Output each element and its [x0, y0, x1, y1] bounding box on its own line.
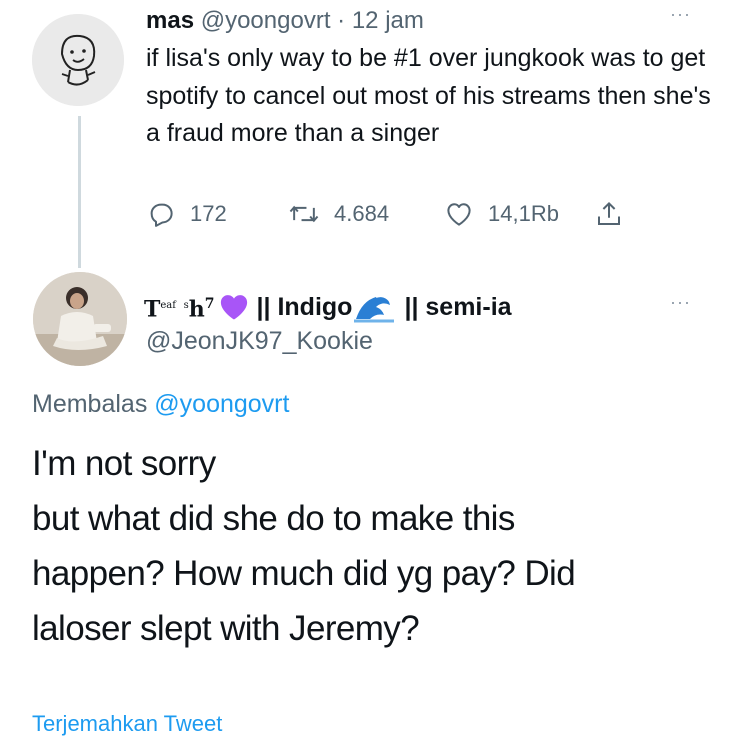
replying-to-handle[interactable]: @yoongovrt [154, 390, 289, 418]
tweet-actions: 172 4.684 14,1Rb [146, 196, 666, 232]
retweet-button[interactable]: 4.684 [288, 196, 389, 232]
user-handle-reply[interactable]: @JeonJK97_Kookie [146, 324, 373, 358]
purple-heart-icon [220, 294, 247, 320]
like-count: 14,1Rb [488, 201, 559, 226]
like-button[interactable]: 14,1Rb [444, 196, 559, 232]
like-icon [447, 203, 471, 226]
name-prefix: Teaf sh7 [144, 296, 215, 323]
reply-button[interactable]: 172 [146, 196, 227, 232]
replying-to: Membalas @yoongovrt [32, 386, 289, 422]
retweet-count: 4.684 [334, 201, 390, 226]
profile-photo-icon [33, 272, 127, 366]
thread-connector-line [78, 116, 81, 268]
replying-to-label: Membalas [32, 390, 148, 418]
name-part-semi-ia: || semi-ia [404, 292, 512, 321]
timestamp[interactable]: 12 jam [352, 7, 424, 34]
reply-tweet-text: I'm not sorry but what did she do to mak… [32, 436, 722, 656]
retweet-icon [289, 205, 319, 223]
reply-count: 172 [190, 201, 227, 226]
separator-dot: · [337, 7, 346, 34]
name-part-indigo: || Indigo [256, 292, 353, 321]
tweet-text: if lisa's only way to be #1 over jungkoo… [146, 44, 711, 147]
user-handle[interactable]: @yoongovrt [201, 7, 331, 34]
more-icon-reply[interactable]: ··· [670, 292, 691, 313]
tweet-header: mas @yoongovrt · 12 jam [146, 6, 424, 36]
avatar-jeonjk97[interactable] [33, 272, 127, 366]
share-icon [598, 201, 620, 225]
reply-text-line: happen? How much did yg pay? Did [32, 554, 576, 593]
reply-text-line: laloser slept with Jeremy? [32, 609, 420, 648]
reply-text-line: but what did she do to make this [32, 499, 515, 538]
display-name-reply[interactable]: Teaf sh7 || Indigo || semi-ia [144, 287, 512, 326]
more-icon[interactable]: ··· [670, 4, 691, 25]
avatar-mas[interactable] [32, 14, 124, 106]
wave-icon [354, 294, 395, 323]
reply-icon [150, 203, 173, 227]
share-button[interactable] [594, 196, 624, 232]
translate-tweet-link[interactable]: Terjemahkan Tweet [32, 712, 222, 736]
doodle-face-icon [32, 14, 124, 106]
reply-text-line: I'm not sorry [32, 444, 216, 483]
display-name[interactable]: mas [146, 7, 194, 34]
